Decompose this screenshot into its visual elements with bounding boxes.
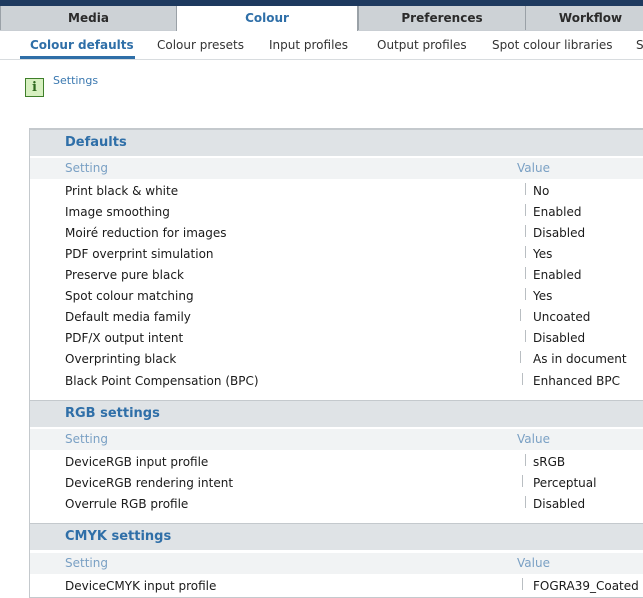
- tab-preferences[interactable]: Preferences: [358, 6, 525, 30]
- column-setting-label: Setting: [65, 432, 108, 446]
- setting-label: Spot colour matching: [65, 289, 194, 303]
- setting-row: Overrule RGB profile Disabled: [30, 494, 643, 515]
- breadcrumb[interactable]: Settings: [53, 74, 98, 87]
- setting-value: Disabled: [533, 497, 586, 511]
- setting-label: DeviceRGB rendering intent: [65, 476, 234, 490]
- setting-row: Moiré reduction for images Disabled: [30, 223, 643, 244]
- setting-label: Image smoothing: [65, 205, 170, 219]
- setting-row: Preserve pure black Enabled: [30, 265, 643, 286]
- setting-value: Enabled: [533, 268, 582, 282]
- setting-label: PDF/X output intent: [65, 331, 184, 345]
- value-marker: [525, 267, 527, 279]
- value-marker: [525, 454, 527, 466]
- setting-row: DeviceCMYK input profile FOGRA39_Coated: [30, 576, 643, 597]
- main-tabs: Media Colour Preferences Workflow: [0, 6, 643, 31]
- column-value-label: Value: [517, 161, 550, 175]
- active-subtab-indicator: [20, 56, 135, 59]
- section-title: RGB settings: [65, 406, 160, 421]
- setting-value: As in document: [533, 352, 627, 366]
- setting-label: Print black & white: [65, 184, 179, 198]
- value-marker: [522, 578, 524, 590]
- tab-workflow[interactable]: Workflow: [525, 6, 643, 30]
- section-header-rgb: RGB settings: [30, 400, 643, 427]
- value-marker: [525, 496, 527, 508]
- setting-value: Uncoated: [533, 310, 591, 324]
- column-value-label: Value: [517, 556, 550, 570]
- subtab-overflow[interactable]: S: [636, 38, 643, 52]
- subtab-colour-defaults[interactable]: Colour defaults: [30, 38, 134, 52]
- subtab-output-profiles[interactable]: Output profiles: [377, 38, 467, 52]
- tab-colour[interactable]: Colour: [176, 6, 358, 31]
- setting-value: FOGRA39_Coated: [533, 579, 639, 593]
- setting-label: Black Point Compensation (BPC): [65, 374, 259, 388]
- column-value-label: Value: [517, 432, 550, 446]
- tab-media[interactable]: Media: [0, 6, 176, 30]
- setting-row: Black Point Compensation (BPC) Enhanced …: [30, 371, 643, 392]
- setting-label: Overprinting black: [65, 352, 177, 366]
- setting-value: Disabled: [533, 331, 586, 345]
- value-marker: [525, 225, 527, 237]
- setting-value: Yes: [533, 289, 553, 303]
- info-icon[interactable]: i: [25, 78, 44, 97]
- setting-label: Moiré reduction for images: [65, 226, 227, 240]
- setting-row: PDF overprint simulation Yes: [30, 244, 643, 265]
- section-header-defaults: Defaults: [30, 129, 643, 156]
- setting-label: DeviceRGB input profile: [65, 455, 209, 469]
- subtab-input-profiles[interactable]: Input profiles: [269, 38, 348, 52]
- value-marker: [520, 309, 522, 321]
- setting-row: Overprinting black As in document: [30, 349, 643, 370]
- setting-row: PDF/X output intent Disabled: [30, 328, 643, 349]
- subtab-spot-colour-libraries[interactable]: Spot colour libraries: [492, 38, 613, 52]
- setting-label: DeviceCMYK input profile: [65, 579, 217, 593]
- setting-value: Yes: [533, 247, 553, 261]
- subtab-colour-presets[interactable]: Colour presets: [157, 38, 244, 52]
- column-setting-label: Setting: [65, 556, 108, 570]
- value-marker: [525, 183, 527, 195]
- setting-label: Preserve pure black: [65, 268, 184, 282]
- section-title: Defaults: [65, 135, 127, 150]
- setting-value: Disabled: [533, 226, 586, 240]
- column-header: Setting Value: [30, 158, 643, 179]
- column-header: Setting Value: [30, 553, 643, 574]
- setting-row: Image smoothing Enabled: [30, 202, 643, 223]
- column-setting-label: Setting: [65, 161, 108, 175]
- setting-label: Overrule RGB profile: [65, 497, 189, 511]
- setting-value: Enabled: [533, 205, 582, 219]
- value-marker: [522, 373, 524, 385]
- setting-row: DeviceRGB rendering intent Perceptual: [30, 473, 643, 494]
- value-marker: [522, 475, 524, 487]
- setting-row: DeviceRGB input profile sRGB: [30, 452, 643, 473]
- value-marker: [525, 288, 527, 300]
- setting-value: No: [533, 184, 550, 198]
- value-marker: [525, 204, 527, 216]
- section-title: CMYK settings: [65, 529, 172, 544]
- section-header-cmyk: CMYK settings: [30, 523, 643, 550]
- setting-row: Spot colour matching Yes: [30, 286, 643, 307]
- value-marker: [520, 351, 522, 363]
- value-marker: [525, 330, 527, 342]
- value-marker: [525, 246, 527, 258]
- setting-row: Default media family Uncoated: [30, 307, 643, 328]
- setting-value: Enhanced BPC: [533, 374, 621, 388]
- setting-label: Default media family: [65, 310, 191, 324]
- setting-label: PDF overprint simulation: [65, 247, 214, 261]
- column-header: Setting Value: [30, 429, 643, 450]
- setting-row: Print black & white No: [30, 181, 643, 202]
- setting-value: Perceptual: [533, 476, 597, 490]
- setting-value: sRGB: [533, 455, 566, 469]
